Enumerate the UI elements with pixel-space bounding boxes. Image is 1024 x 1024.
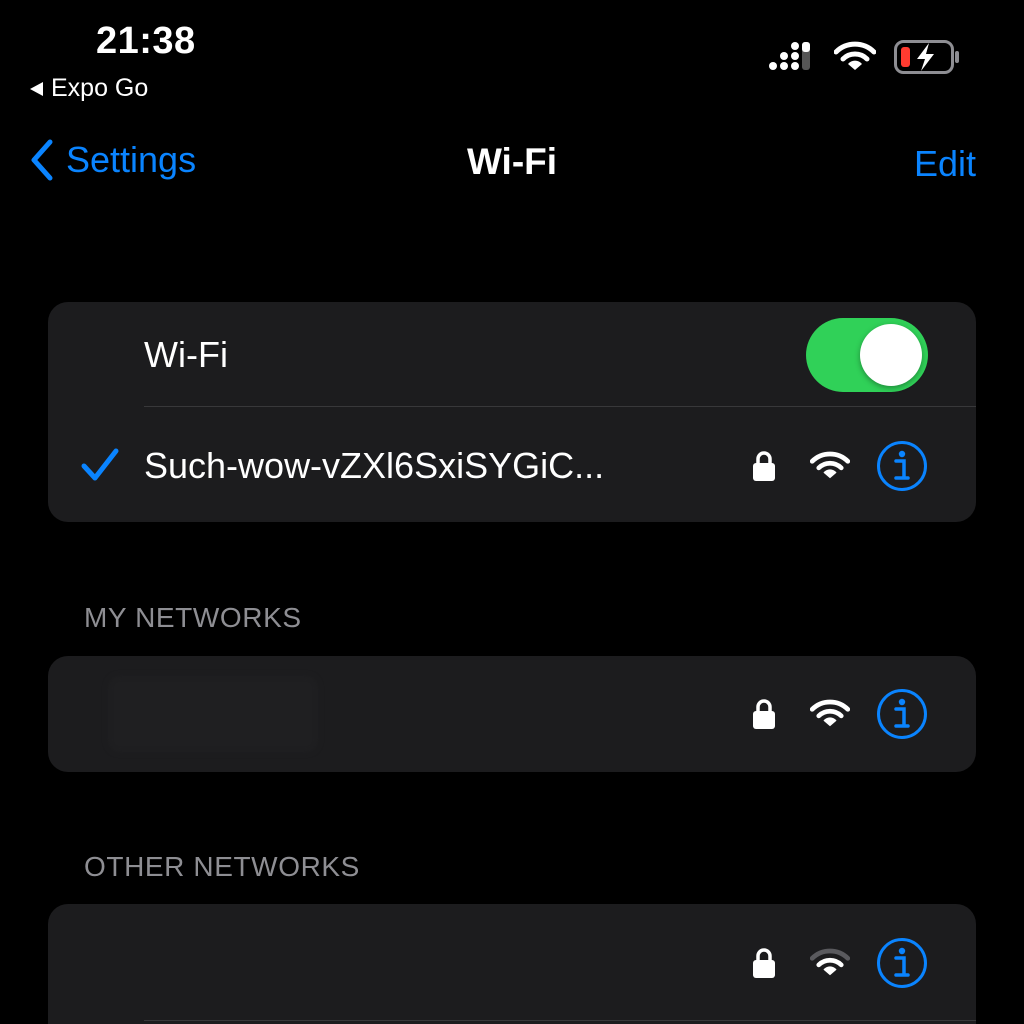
- back-to-app-button[interactable]: Expo Go: [30, 74, 148, 103]
- other-networks-header: OTHER NETWORKS: [84, 851, 360, 882]
- wifi-toggle-row: Wi-Fi: [48, 302, 976, 406]
- network-status-icons: [752, 440, 928, 492]
- other-networks-card: [48, 904, 976, 1024]
- status-time: 21:38: [96, 20, 196, 62]
- back-app-label: Expo Go: [51, 74, 149, 102]
- back-triangle-icon: [30, 81, 43, 96]
- info-icon[interactable]: [876, 440, 928, 492]
- battery-charging-icon: [894, 40, 959, 74]
- lock-icon: [753, 948, 775, 978]
- info-icon[interactable]: [876, 937, 928, 989]
- chevron-left-icon: [31, 139, 53, 181]
- settings-back-button[interactable]: Settings: [30, 138, 196, 182]
- wifi-toggle-label: Wi-Fi: [144, 334, 228, 375]
- checkmark-icon: [81, 448, 119, 481]
- saved-network-row[interactable]: [48, 656, 976, 772]
- network-status-icons: [752, 688, 928, 740]
- lock-icon: [753, 451, 775, 481]
- my-networks-card: [48, 656, 976, 772]
- other-network-row[interactable]: [48, 904, 976, 1020]
- status-icons: [768, 40, 960, 74]
- redacted-network-name: [108, 676, 318, 752]
- connected-network-row[interactable]: Such-wow-vZXl6SxiSYGiC...: [48, 407, 976, 522]
- wifi-main-card: Wi-Fi Such-wow-vZXl6SxiSYGiC...: [48, 302, 976, 522]
- my-networks-header: MY NETWORKS: [84, 602, 302, 633]
- edit-button[interactable]: Edit: [914, 143, 976, 185]
- back-label: Settings: [66, 139, 197, 180]
- toggle-knob: [860, 324, 922, 386]
- info-icon[interactable]: [876, 688, 928, 740]
- wifi-status-icon: [834, 41, 876, 70]
- cellular-signal-icon: [769, 42, 810, 70]
- network-status-icons: [752, 937, 928, 989]
- lock-icon: [753, 699, 775, 729]
- wifi-toggle-switch[interactable]: [806, 318, 928, 392]
- wifi-settings-screen: 21:38 Expo Go Settings Wi-Fi Edit Wi-Fi …: [0, 0, 1024, 1024]
- wifi-icon: [810, 699, 850, 727]
- wifi-weak-icon: [810, 948, 850, 976]
- connected-network-name: Such-wow-vZXl6SxiSYGiC...: [144, 445, 605, 486]
- row-divider: [144, 1020, 976, 1021]
- wifi-icon: [810, 451, 850, 479]
